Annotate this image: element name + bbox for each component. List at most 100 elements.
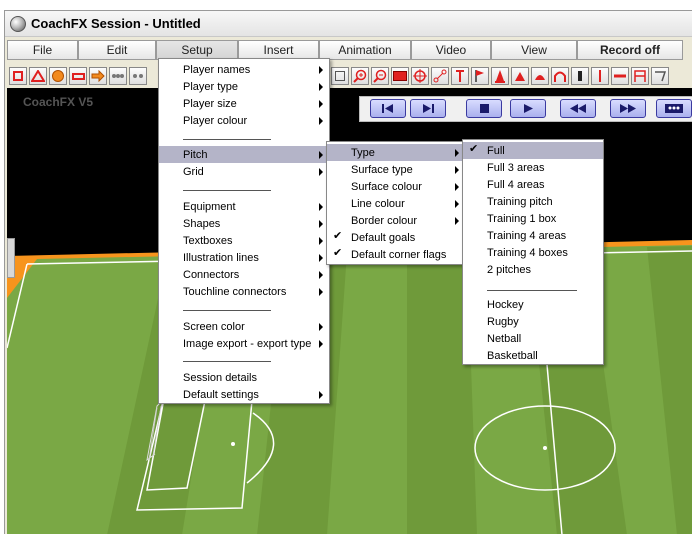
stop-icon: [480, 104, 489, 113]
dome-tool-button[interactable]: [531, 67, 549, 85]
setup-item-player-names[interactable]: Player names: [159, 61, 329, 78]
menu-file[interactable]: File: [7, 40, 78, 60]
checkmark-icon: ✔: [333, 247, 343, 259]
pole-tool-button[interactable]: [591, 67, 609, 85]
marker-tool-button[interactable]: [511, 67, 529, 85]
dots-row-icon: [112, 74, 124, 78]
square-tool-button[interactable]: [9, 67, 27, 85]
type-item-full-4-areas[interactable]: Full 4 areas: [463, 176, 603, 193]
type-item-netball[interactable]: Netball: [463, 330, 603, 347]
number-tool-button[interactable]: [391, 67, 409, 85]
dots-tool-button[interactable]: [109, 67, 127, 85]
type-item-full-3-areas[interactable]: Full 3 areas: [463, 159, 603, 176]
pitch-item-line-colour[interactable]: Line colour: [327, 195, 465, 212]
submenu-arrow-icon: [319, 254, 323, 262]
pointer-tool-button[interactable]: [331, 67, 349, 85]
zoom-in-button[interactable]: [351, 67, 369, 85]
type-item-training-4-boxes[interactable]: Training 4 boxes: [463, 244, 603, 261]
type-item-training-pitch[interactable]: Training pitch: [463, 193, 603, 210]
setup-item-session-details[interactable]: Session details: [159, 369, 329, 386]
flag-tool-button[interactable]: [471, 67, 489, 85]
setup-item-illustration-lines[interactable]: Illustration lines: [159, 249, 329, 266]
coachfx-app-icon: [10, 15, 26, 32]
bar-tool-button[interactable]: [611, 67, 629, 85]
connector-tool-button[interactable]: [431, 67, 449, 85]
fast-forward-button[interactable]: [610, 99, 646, 118]
net-tool-button[interactable]: [651, 67, 669, 85]
record-toggle-button[interactable]: Record off: [577, 40, 683, 60]
setup-item-image-export[interactable]: Image export - export type: [159, 335, 329, 352]
menu-animation[interactable]: Animation: [319, 40, 411, 60]
menu-edit[interactable]: Edit: [78, 40, 156, 60]
arrow-tool-button[interactable]: [89, 67, 107, 85]
rewind-button[interactable]: [560, 99, 596, 118]
menu-setup[interactable]: Setup: [156, 40, 238, 60]
window-title: CoachFX Session - Untitled: [31, 16, 201, 31]
zoom-out-button[interactable]: [371, 67, 389, 85]
pitch-item-surface-type[interactable]: Surface type: [327, 161, 465, 178]
setup-item-equipment[interactable]: Equipment: [159, 198, 329, 215]
circle-tool-button[interactable]: [49, 67, 67, 85]
submenu-arrow-icon: [455, 200, 459, 208]
menu-view[interactable]: View: [491, 40, 577, 60]
setup-item-touchline-connectors[interactable]: Touchline connectors: [159, 283, 329, 300]
pitch-item-type[interactable]: Type: [327, 144, 465, 161]
hurdle-arch-icon: [554, 71, 566, 82]
side-panel-handle[interactable]: [7, 238, 15, 278]
type-item-training-4-areas[interactable]: Training 4 areas: [463, 227, 603, 244]
cone-tool-button[interactable]: [491, 67, 509, 85]
setup-item-grid[interactable]: Grid: [159, 163, 329, 180]
type-item-basketball[interactable]: Basketball: [463, 347, 603, 364]
setup-item-player-colour[interactable]: Player colour: [159, 112, 329, 129]
menu-insert[interactable]: Insert: [238, 40, 319, 60]
setup-item-player-type[interactable]: Player type: [159, 78, 329, 95]
goal-post-tool-button[interactable]: [451, 67, 469, 85]
checkmark-icon: ✔: [333, 230, 343, 242]
playback-bar: [359, 96, 692, 122]
setup-item-player-size[interactable]: Player size: [159, 95, 329, 112]
triangle-tool-button[interactable]: [29, 67, 47, 85]
bar-icon: [614, 74, 626, 78]
menu-video[interactable]: Video: [411, 40, 491, 60]
hurdle-tool-button[interactable]: [551, 67, 569, 85]
submenu-arrow-icon: [319, 323, 323, 331]
number-grid-icon: [393, 71, 407, 81]
bollard-tool-button[interactable]: [571, 67, 589, 85]
rectangle-icon: [71, 72, 85, 80]
rectangle-tool-button[interactable]: [69, 67, 87, 85]
step-forward-icon: [423, 104, 434, 113]
type-item-training-1-box[interactable]: Training 1 box: [463, 210, 603, 227]
submenu-arrow-icon: [319, 83, 323, 91]
play-button[interactable]: [510, 99, 546, 118]
type-item-2-pitches[interactable]: 2 pitches: [463, 261, 603, 278]
submenu-arrow-icon: [319, 203, 323, 211]
setup-item-pitch[interactable]: Pitch: [159, 146, 329, 163]
setup-item-textboxes[interactable]: Textboxes: [159, 232, 329, 249]
menu-separator: [487, 290, 577, 291]
type-item-full[interactable]: ✔ Full: [463, 142, 603, 159]
zoom-in-icon: [353, 69, 367, 83]
submenu-arrow-icon: [455, 183, 459, 191]
players-group-icon: [665, 104, 683, 113]
players-view-button[interactable]: [656, 99, 692, 118]
stop-button[interactable]: [466, 99, 502, 118]
dots-pair-tool-button[interactable]: [129, 67, 147, 85]
submenu-arrow-icon: [319, 117, 323, 125]
target-tool-button[interactable]: [411, 67, 429, 85]
setup-item-shapes[interactable]: Shapes: [159, 215, 329, 232]
type-item-rugby[interactable]: Rugby: [463, 313, 603, 330]
fast-forward-icon: [620, 104, 636, 113]
pitch-item-default-goals[interactable]: ✔ Default goals: [327, 229, 465, 246]
title-bar: CoachFX Session - Untitled: [5, 11, 692, 37]
pitch-item-border-colour[interactable]: Border colour: [327, 212, 465, 229]
setup-item-default-settings[interactable]: Default settings: [159, 386, 329, 403]
skip-to-start-button[interactable]: [370, 99, 406, 118]
play-icon: [524, 104, 533, 113]
setup-item-screen-color[interactable]: Screen color: [159, 318, 329, 335]
type-item-hockey[interactable]: Hockey: [463, 296, 603, 313]
setup-item-connectors[interactable]: Connectors: [159, 266, 329, 283]
step-forward-button[interactable]: [410, 99, 446, 118]
goal-frame-tool-button[interactable]: [631, 67, 649, 85]
pitch-item-surface-colour[interactable]: Surface colour: [327, 178, 465, 195]
pitch-item-default-corner-flags[interactable]: ✔ Default corner flags: [327, 246, 465, 263]
